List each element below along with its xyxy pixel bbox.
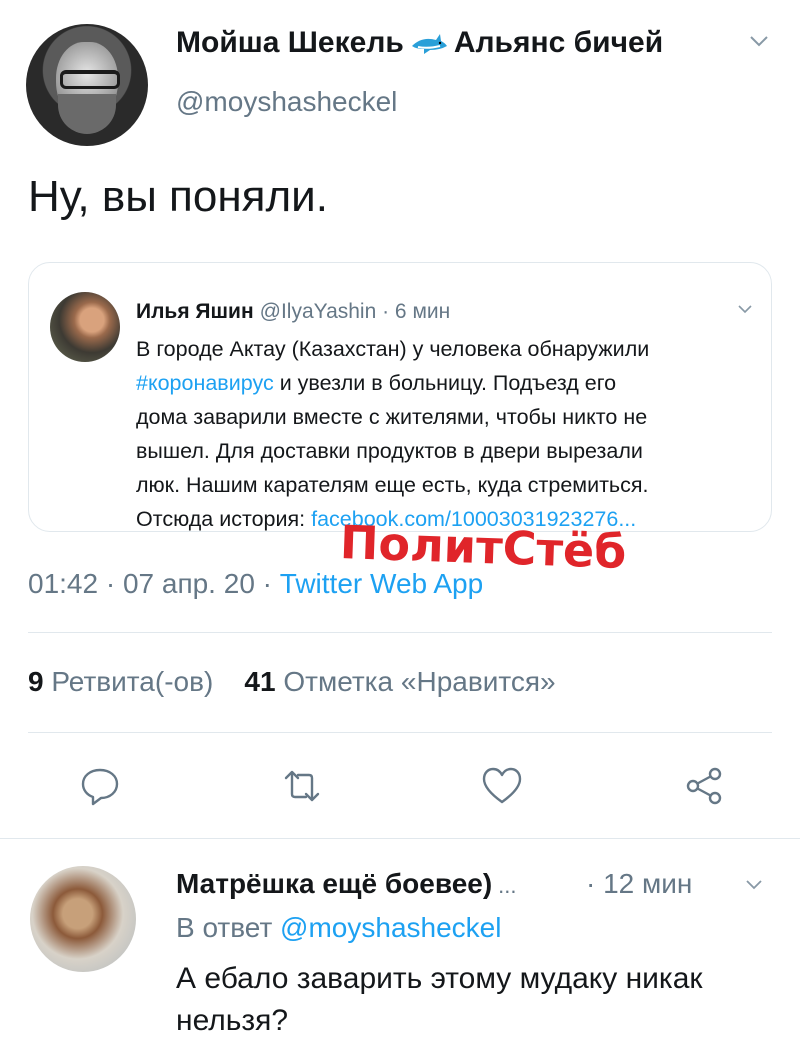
quoted-author-handle-time: @IlyaYashin · 6 мин [259,300,451,323]
reply-time: · 12 мин [586,868,693,899]
likes-stat[interactable]: 41 Отметка «Нравится» [244,666,555,697]
quoted-line-prefix: Отсюда история: [136,507,312,531]
quoted-chevron-down-icon[interactable] [736,300,754,318]
reply-author-avatar[interactable] [30,866,136,972]
reply-author-name[interactable]: Матрёшка ещё боевее) [176,868,492,899]
retweet-icon[interactable] [280,764,324,808]
tweet-text: Ну, вы поняли. [28,172,328,221]
tweet-meta: 01:42 · 07 апр. 20 · Twitter Web App [28,568,483,600]
likes-count: 41 [244,666,276,697]
author-handle[interactable]: @moyshasheckel [176,86,397,118]
quoted-line: #коронавирус и увезли в больницу. Подъез… [136,366,756,400]
reply-chevron-down-icon[interactable] [744,874,764,894]
divider [0,838,800,839]
reply-author-line: Матрёшка ещё боевее)... [176,868,517,900]
shark-emoji-icon [411,34,447,55]
quoted-author-avatar[interactable] [50,292,120,362]
display-name-part1: Мойша Шекель [176,26,404,59]
tweet-timestamp: 01:42 · 07 апр. 20 · [28,568,280,599]
display-name-part2: Альянс бичей [453,26,664,59]
reply-icon[interactable] [78,764,122,808]
quoted-line: дома заварили вместе с жителями, чтобы н… [136,405,648,429]
retweets-label: Ретвита(-ов) [43,666,214,697]
quoted-line: вышел. Для доставки продуктов в двери вы… [136,439,643,463]
quoted-author-line: Илья Яшин @IlyaYashin · 6 мин [136,300,450,324]
chevron-down-icon[interactable] [748,30,770,52]
quoted-author-name[interactable]: Илья Яшин [136,300,254,323]
likes-label: Отметка «Нравится» [275,666,556,697]
quoted-tweet-text: В городе Актау (Казахстан) у человека об… [136,332,756,536]
reply-to-line: В ответ @moyshasheckel [176,912,501,944]
quoted-line-rest: и увезли в больницу. Подъезд его [273,371,617,395]
quoted-line: люк. Нашим карателям еще есть, куда стре… [136,473,649,497]
tweet-source-link[interactable]: Twitter Web App [280,568,483,599]
divider [28,732,772,733]
reply-to-prefix: В ответ [176,912,281,943]
like-icon[interactable] [480,764,524,808]
quoted-line: В городе Актау (Казахстан) у человека об… [136,337,650,361]
hashtag-link[interactable]: #коронавирус [136,371,274,395]
retweets-count: 9 [28,666,44,697]
share-icon[interactable] [682,764,726,808]
reply-name-ellipsis: ... [498,873,517,898]
author-avatar[interactable] [26,24,148,146]
reply-to-handle-link[interactable]: @moyshasheckel [280,912,501,943]
reply-text: А ебало заварить этому мудаку никак нель… [176,962,703,1037]
author-display-name[interactable]: Мойша Шекель Альянс бичей [176,26,663,60]
tweet-stats: 9 Ретвита(-ов) 41 Отметка «Нравится» [28,666,556,698]
retweets-stat[interactable]: 9 Ретвита(-ов) [28,666,213,697]
divider [28,632,772,633]
